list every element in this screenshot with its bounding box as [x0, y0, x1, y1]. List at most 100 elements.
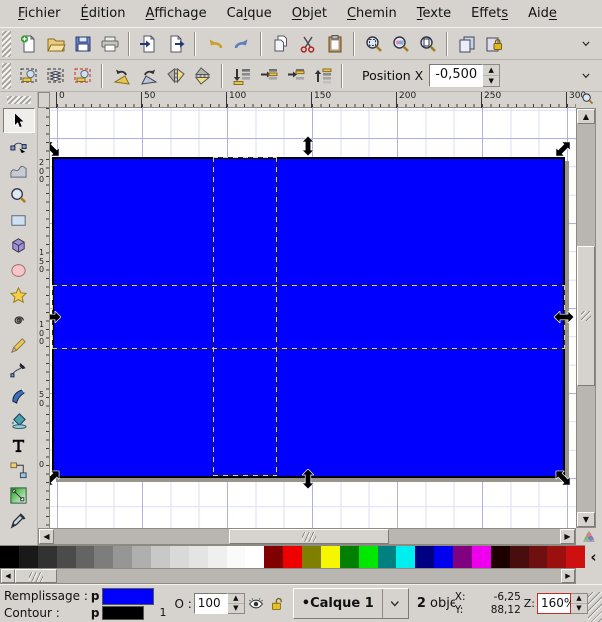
gradient-tool-button[interactable]	[3, 483, 35, 508]
menu-texte[interactable]: Texte	[407, 2, 461, 25]
raise-to-top-button[interactable]	[309, 62, 336, 89]
toolbar-overflow-button[interactable]	[578, 67, 596, 85]
palette-swatch[interactable]	[264, 546, 284, 568]
palette-swatch[interactable]	[245, 546, 265, 568]
menu-aide[interactable]: Aide	[518, 2, 567, 25]
scale-handle-right[interactable]	[553, 310, 575, 324]
menu-calque[interactable]: Calque	[217, 2, 282, 25]
palette-swatch[interactable]	[18, 546, 38, 568]
vertical-ruler[interactable]: 200 150 100 50 0	[38, 108, 50, 528]
palette-swatch[interactable]	[226, 546, 246, 568]
toolbar-grip[interactable]	[2, 62, 11, 89]
zoom-page-button[interactable]	[414, 30, 441, 57]
palette-swatch[interactable]	[169, 546, 189, 568]
opacity-spinbox[interactable]: 100 ▲ ▼	[193, 593, 245, 614]
palette-swatch[interactable]	[547, 546, 567, 568]
fill-stroke-indicator[interactable]: Remplissage : p Contour : p 1	[4, 587, 166, 620]
text-tool-button[interactable]	[3, 433, 35, 458]
selector-tool-button[interactable]	[2, 108, 35, 133]
selected-horizontal-strip-bbox[interactable]	[52, 285, 565, 349]
tool-palette-grip[interactable]	[6, 96, 31, 104]
window-resize-grip[interactable]	[588, 592, 602, 622]
select-all-button[interactable]	[15, 62, 42, 89]
paintbucket-tool-button[interactable]	[3, 408, 35, 433]
pencil-tool-button[interactable]	[3, 333, 35, 358]
horizontal-scrollbar[interactable]: ◀ ▶	[38, 528, 576, 545]
print-button[interactable]	[96, 30, 123, 57]
palette-swatch[interactable]	[490, 546, 510, 568]
lower-to-bottom-button[interactable]	[228, 62, 255, 89]
palette-scrollbar[interactable]: ◀ ▶	[0, 568, 576, 584]
vertical-scroll-thumb[interactable]	[577, 246, 595, 386]
palette-swatch[interactable]	[339, 546, 359, 568]
palette-scroll-left[interactable]: ◀	[1, 569, 15, 583]
palette-swatch[interactable]	[94, 546, 114, 568]
palette-swatch[interactable]	[396, 546, 416, 568]
palette-swatch[interactable]	[377, 546, 397, 568]
palette-swatch[interactable]	[453, 546, 472, 568]
menu-chemin[interactable]: Chemin	[337, 2, 407, 25]
fill-color-swatch[interactable]	[102, 587, 155, 605]
save-document-button[interactable]	[69, 30, 96, 57]
scroll-left-button[interactable]: ◀	[39, 529, 54, 544]
zoom-spinner[interactable]: ▲ ▼	[571, 593, 588, 614]
redo-button[interactable]	[228, 30, 255, 57]
node-tool-button[interactable]	[3, 133, 35, 158]
menu-fichier[interactable]: Fichier	[8, 2, 71, 25]
position-x-value[interactable]: -0,500	[429, 64, 484, 87]
flip-vertical-button[interactable]	[189, 62, 216, 89]
palette-swatch[interactable]	[188, 546, 208, 568]
dropper-tool-button[interactable]	[3, 508, 35, 533]
palette-swatch[interactable]	[113, 546, 133, 568]
horizontal-ruler[interactable]: 0 50 100 150 200 250 300	[50, 92, 586, 108]
scale-handle-left[interactable]	[50, 310, 62, 324]
scroll-right-button[interactable]: ▶	[560, 529, 575, 544]
zoom-selection-button[interactable]	[360, 30, 387, 57]
palette-swatch[interactable]	[415, 546, 435, 568]
palette-swatch[interactable]	[528, 546, 548, 568]
menu-dition[interactable]: Édition	[71, 2, 136, 25]
star-tool-button[interactable]	[3, 283, 35, 308]
palette-more-button[interactable]: ‹	[585, 545, 602, 568]
connector-tool-button[interactable]	[3, 458, 35, 483]
cut-button[interactable]	[294, 30, 321, 57]
new-document-button[interactable]	[15, 30, 42, 57]
palette-swatch[interactable]	[132, 546, 151, 568]
calligraphy-tool-button[interactable]	[3, 383, 35, 408]
palette-swatch[interactable]	[75, 546, 95, 568]
export-button[interactable]	[162, 30, 189, 57]
palette-scroll-thumb[interactable]	[15, 569, 57, 583]
menu-effets[interactable]: Effets	[461, 2, 518, 25]
palette-swatch[interactable]	[283, 546, 302, 568]
layer-visibility-toggle[interactable]	[246, 594, 266, 614]
deselect-button[interactable]	[69, 62, 96, 89]
select-all-layers-button[interactable]	[42, 62, 69, 89]
palette-swatch[interactable]	[56, 546, 76, 568]
box3d-tool-button[interactable]	[3, 233, 35, 258]
palette-swatch[interactable]	[471, 546, 491, 568]
tweak-tool-button[interactable]	[3, 158, 35, 183]
palette-swatch[interactable]	[320, 546, 340, 568]
vertical-scrollbar[interactable]: ▲ ▼	[576, 108, 596, 528]
palette-scroll-right[interactable]: ▶	[561, 569, 575, 583]
palette-swatch[interactable]	[358, 546, 378, 568]
layer-dropdown-button[interactable]	[381, 589, 404, 618]
canvas[interactable]	[50, 108, 576, 528]
zoom-drawing-button[interactable]	[387, 30, 414, 57]
toolbar-overflow-button[interactable]	[578, 35, 596, 53]
position-x-spinbox[interactable]: -0,500 ▲ ▼	[429, 64, 501, 87]
spiral-tool-button[interactable]	[3, 308, 35, 333]
copy-button[interactable]	[267, 30, 294, 57]
open-document-button[interactable]	[42, 30, 69, 57]
zoom-spinbox[interactable]: 160% ▲ ▼	[537, 593, 588, 614]
menu-objet[interactable]: Objet	[282, 2, 337, 25]
palette-swatch[interactable]	[509, 546, 529, 568]
clone-button[interactable]	[480, 30, 507, 57]
paste-button[interactable]	[321, 30, 348, 57]
color-management-button[interactable]	[578, 528, 600, 545]
scale-handle-top[interactable]	[301, 135, 315, 157]
menu-affichage[interactable]: Affichage	[135, 2, 216, 25]
zoom-tool-button[interactable]	[3, 183, 35, 208]
rectangle-tool-button[interactable]	[3, 208, 35, 233]
rotate-cw-button[interactable]	[135, 62, 162, 89]
